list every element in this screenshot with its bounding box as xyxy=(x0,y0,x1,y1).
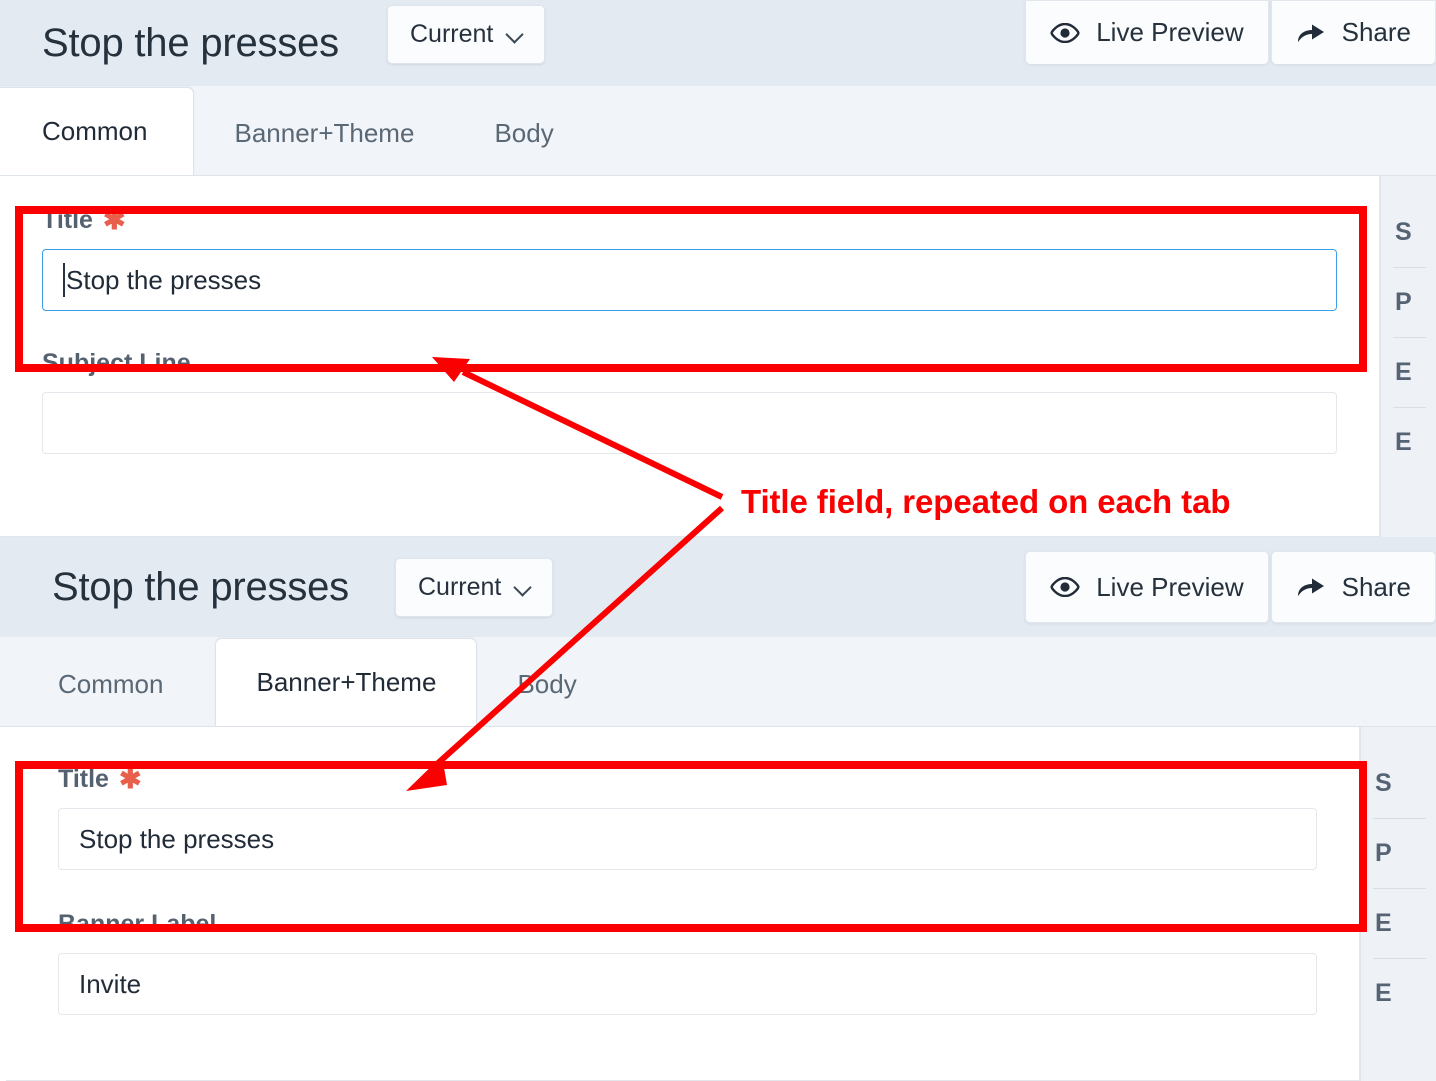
page-title-2: Stop the presses xyxy=(52,564,349,609)
title-input-2[interactable]: Stop the presses xyxy=(58,808,1317,870)
chevron-down-icon xyxy=(507,27,522,42)
subject-line-input[interactable] xyxy=(42,392,1337,454)
field-banner-label-label: Banner Label xyxy=(58,910,217,938)
app-header-common: Stop the presses Current Live Preview Sh… xyxy=(0,0,1436,86)
tab-banner-theme[interactable]: Banner+Theme xyxy=(194,91,454,175)
version-select-current-2[interactable]: Current xyxy=(394,557,554,617)
tab-banner-theme-label: Banner+Theme xyxy=(234,117,415,148)
form-card-common: Title ✱ Stop the presses Subject Line xyxy=(0,176,1380,537)
tab-common-2[interactable]: Common xyxy=(6,642,215,726)
form-column-banner-theme: Title ✱ Stop the presses Banner Label In… xyxy=(6,727,1360,1081)
field-subject-line: Subject Line xyxy=(0,311,1379,454)
live-preview-button[interactable]: Live Preview xyxy=(1025,0,1269,64)
tab-banner-theme-2[interactable]: Banner+Theme xyxy=(215,638,478,726)
rail-item-0-2[interactable]: S xyxy=(1361,755,1436,812)
field-title-label-2: Title ✱ xyxy=(58,764,142,794)
share-button-2[interactable]: Share xyxy=(1270,551,1436,623)
header-actions-common: Live Preview Share xyxy=(1025,0,1436,86)
eye-icon xyxy=(1050,577,1080,597)
version-select-label: Current xyxy=(409,19,494,48)
form-body-banner-theme: Title ✱ Stop the presses Banner Label In… xyxy=(0,727,1436,1081)
live-preview-label-2: Live Preview xyxy=(1096,571,1244,602)
field-title: Title ✱ Stop the presses xyxy=(0,176,1379,311)
share-label-2: Share xyxy=(1341,571,1411,602)
eye-icon xyxy=(1050,22,1080,43)
tab-body[interactable]: Body xyxy=(454,91,593,175)
share-label: Share xyxy=(1341,17,1411,47)
required-asterisk-icon: ✱ xyxy=(102,205,126,235)
field-title-label: Title ✱ xyxy=(42,205,126,235)
form-card-banner-theme: Title ✱ Stop the presses Banner Label In… xyxy=(6,727,1360,1081)
form-column-common: Title ✱ Stop the presses Subject Line xyxy=(0,176,1380,537)
panel-common: Stop the presses Current Live Preview Sh… xyxy=(0,0,1436,537)
rail-item-3[interactable]: E xyxy=(1381,414,1436,471)
tabstrip-common: Common Banner+Theme Body xyxy=(0,86,1436,176)
required-asterisk-icon: ✱ xyxy=(118,764,142,794)
field-subject-line-label: Subject Line xyxy=(42,349,191,377)
tab-common-label: Common xyxy=(42,116,148,146)
tab-banner-theme-label-2: Banner+Theme xyxy=(256,667,437,697)
version-select-current[interactable]: Current xyxy=(386,4,546,64)
field-title-2: Title ✱ Stop the presses xyxy=(6,727,1359,870)
page-title: Stop the presses xyxy=(42,20,339,65)
live-preview-label: Live Preview xyxy=(1096,17,1244,47)
header-actions-banner-theme: Live Preview Share xyxy=(1025,537,1436,637)
chevron-down-icon xyxy=(515,580,530,595)
tab-body-label: Body xyxy=(494,117,554,148)
rail-divider xyxy=(1373,818,1426,819)
rail-item-0[interactable]: S xyxy=(1381,204,1436,261)
tab-body-label-2: Body xyxy=(517,668,577,699)
title-input[interactable]: Stop the presses xyxy=(42,249,1337,311)
title-input-value-2: Stop the presses xyxy=(79,823,275,854)
banner-label-input-value: Invite xyxy=(79,968,142,999)
rail-item-1[interactable]: P xyxy=(1381,274,1436,331)
share-button[interactable]: Share xyxy=(1270,0,1436,64)
rail-item-1-2[interactable]: P xyxy=(1361,825,1436,882)
field-banner-label: Banner Label Invite xyxy=(6,870,1359,1015)
rail-divider xyxy=(1393,267,1426,268)
rail-divider xyxy=(1393,407,1426,408)
rail-divider xyxy=(1373,888,1426,889)
panel-banner-theme: Stop the presses Current Live Preview Sh… xyxy=(0,537,1436,1081)
app-header-banner-theme: Stop the presses Current Live Preview Sh… xyxy=(0,537,1436,637)
rail-item-2-2[interactable]: E xyxy=(1361,895,1436,952)
rail-divider xyxy=(1393,337,1426,338)
form-body-common: Title ✱ Stop the presses Subject Line S … xyxy=(0,176,1436,537)
right-rail-banner-theme: S P E E xyxy=(1360,727,1436,1081)
tab-body-2[interactable]: Body xyxy=(477,642,616,726)
text-caret xyxy=(63,263,65,297)
right-rail-common: S P E E xyxy=(1380,176,1436,537)
rail-divider xyxy=(1373,958,1426,959)
tabstrip-banner-theme: Common Banner+Theme Body xyxy=(0,637,1436,727)
rail-item-2[interactable]: E xyxy=(1381,344,1436,401)
share-arrow-icon xyxy=(1296,21,1326,45)
tab-common[interactable]: Common xyxy=(0,87,195,175)
share-arrow-icon xyxy=(1296,575,1326,599)
title-input-value: Stop the presses xyxy=(66,264,262,295)
banner-label-input[interactable]: Invite xyxy=(58,953,1317,1015)
version-select-label-2: Current xyxy=(417,572,502,601)
live-preview-button-2[interactable]: Live Preview xyxy=(1025,551,1269,623)
tab-common-label-2: Common xyxy=(58,668,164,699)
rail-item-3-2[interactable]: E xyxy=(1361,965,1436,1022)
screenshot-stage: Stop the presses Current Live Preview Sh… xyxy=(0,0,1436,1081)
